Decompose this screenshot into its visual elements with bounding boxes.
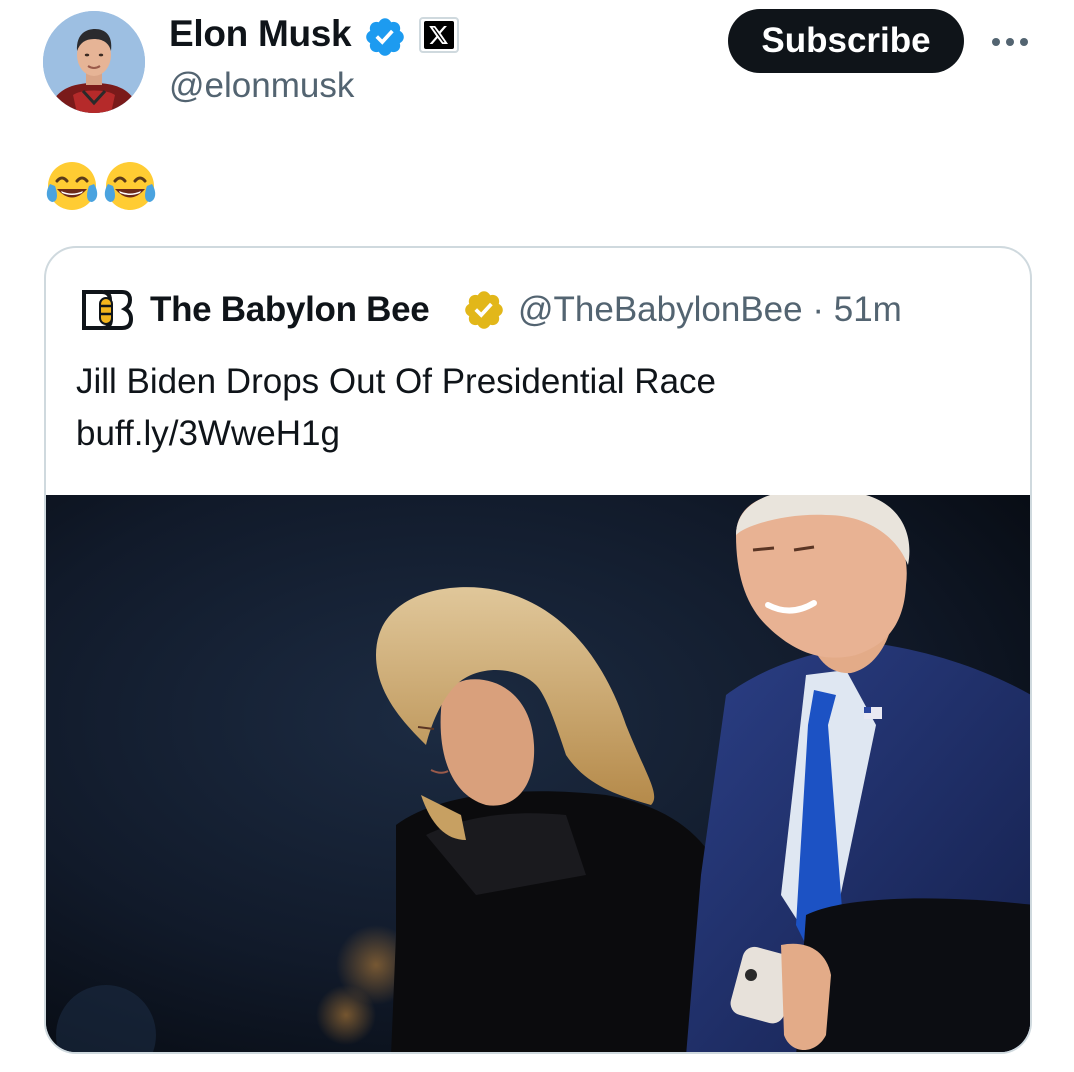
babylon-bee-logo-icon[interactable]: [80, 288, 134, 332]
post-text: [44, 158, 158, 214]
subscribe-button[interactable]: Subscribe: [728, 9, 964, 73]
quoted-post-photo[interactable]: [46, 495, 1030, 1052]
x-logo-icon[interactable]: [419, 17, 459, 53]
gold-verified-badge-icon[interactable]: [462, 288, 506, 332]
verified-badge-icon[interactable]: [363, 15, 407, 59]
quoted-author-name[interactable]: The Babylon Bee: [150, 288, 430, 332]
quoted-headline: Jill Biden Drops Out Of Presidential Rac…: [76, 362, 716, 401]
quoted-post-card[interactable]: The Babylon Bee @TheBabylonBee · 51m Jil…: [44, 246, 1032, 1054]
post: Elon Musk @elonmusk Subscribe The Babylo…: [0, 0, 1074, 1072]
quoted-link[interactable]: buff.ly/3WweH1g: [76, 408, 716, 460]
author-name[interactable]: Elon Musk: [169, 12, 352, 56]
author-handle[interactable]: @elonmusk: [169, 64, 354, 108]
tears-of-joy-emoji-icon: [102, 158, 158, 214]
quoted-post-text: Jill Biden Drops Out Of Presidential Rac…: [76, 356, 716, 460]
quoted-author-handle[interactable]: @TheBabylonBee: [518, 290, 803, 329]
quoted-timestamp[interactable]: 51m: [834, 290, 902, 329]
more-options-icon[interactable]: [985, 22, 1035, 62]
tears-of-joy-emoji-icon: [44, 158, 100, 214]
quoted-meta: @TheBabylonBee · 51m: [518, 288, 902, 332]
author-avatar[interactable]: [43, 11, 145, 113]
meta-separator: ·: [812, 290, 824, 329]
